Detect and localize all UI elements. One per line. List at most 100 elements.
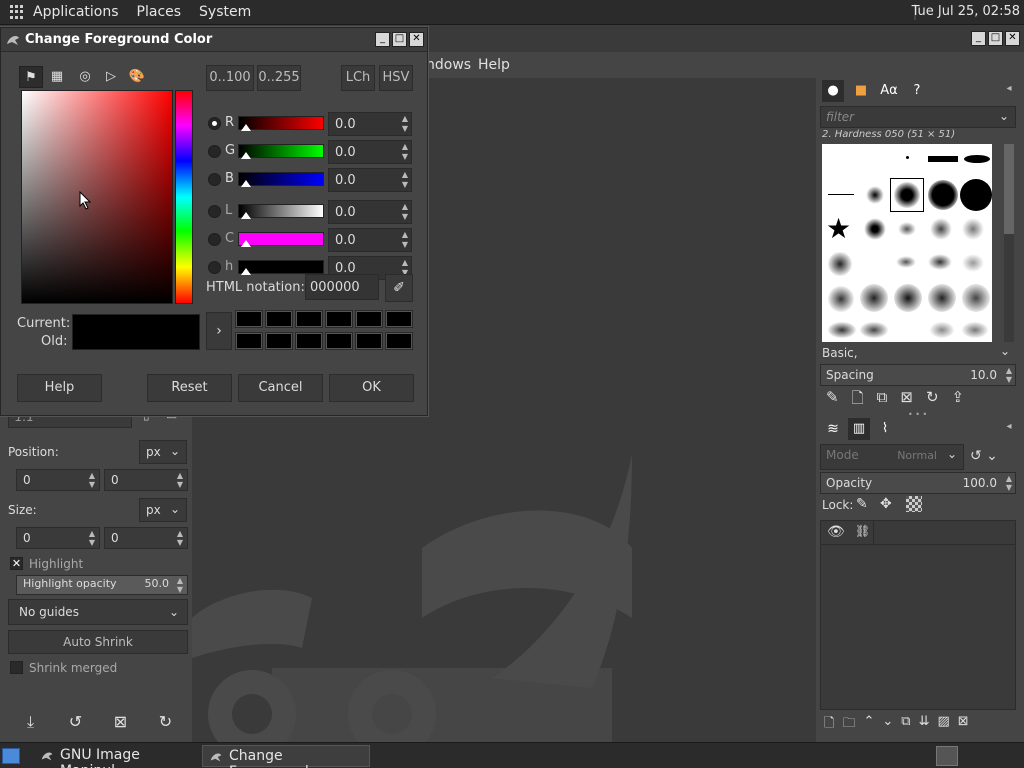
position-y-input[interactable]: 0 ▲ ▼ <box>104 469 188 491</box>
highlight-checkbox[interactable]: ✕ <box>10 557 23 570</box>
brush-grid[interactable]: ★ <box>822 144 992 342</box>
slider-marker[interactable] <box>241 124 251 131</box>
patterns-tab-icon[interactable]: ■ <box>850 80 872 102</box>
workspace-switcher[interactable] <box>936 746 958 766</box>
history-swatch[interactable] <box>325 332 353 350</box>
spacing-slider[interactable]: Spacing 10.0 ▲ ▼ <box>820 364 1016 386</box>
color-picker-icon[interactable]: ✐ <box>385 274 413 302</box>
spin-arrows-icon[interactable]: ▲ ▼ <box>402 230 408 250</box>
channel-radio-r[interactable] <box>208 117 221 130</box>
brush-set-dropdown-icon[interactable]: ⌄ <box>1000 344 1010 358</box>
dialog-close-button[interactable]: ✕ <box>409 32 424 47</box>
minimize-button[interactable]: _ <box>971 31 986 46</box>
history-swatch[interactable] <box>385 310 413 328</box>
mode-reset-icon[interactable]: ↺ ⌄ <box>970 448 998 464</box>
duplicate-brush-icon[interactable]: ⧉ <box>877 388 888 413</box>
dock-separator-handle[interactable]: • • • <box>908 410 927 419</box>
channel-value-r[interactable]: 0.0 ▲ ▼ <box>328 112 412 136</box>
dock-menu-icon-2[interactable]: ◂ <box>998 416 1020 438</box>
channel-radio-b[interactable] <box>208 173 221 186</box>
brushes-tab-icon[interactable]: ● <box>822 80 844 102</box>
channel-slider-l[interactable] <box>238 204 324 219</box>
history-swatch[interactable] <box>265 310 293 328</box>
duplicate-layer-icon[interactable]: ⧉ <box>901 714 910 736</box>
task-gimp-main[interactable]: GNU Image Manipul... <box>34 745 200 768</box>
layers-list[interactable]: 👁 ⛓ <box>820 520 1016 710</box>
add-to-history-button[interactable]: › <box>206 312 232 350</box>
channel-value-c[interactable]: 0.0 ▲ ▼ <box>328 228 412 252</box>
guides-select[interactable]: No guides ⌄ <box>8 599 188 625</box>
size-height-input[interactable]: 0 ▲ ▼ <box>104 527 188 549</box>
history-swatch[interactable] <box>325 310 353 328</box>
new-brush-icon[interactable]: 🗋 <box>852 388 864 413</box>
history-swatch[interactable] <box>385 332 413 350</box>
lock-position-icon[interactable]: ✥ <box>880 496 892 512</box>
maximize-button[interactable]: □ <box>988 31 1003 46</box>
range-0-255-button[interactable]: 0..255 <box>257 65 301 91</box>
reset-options-icon[interactable]: ↻ <box>143 712 188 732</box>
hsv-button[interactable]: HSV <box>379 65 413 91</box>
gimp-selector-tab-icon[interactable]: ⚑ <box>19 66 43 88</box>
raise-layer-icon[interactable]: ⌃ <box>863 714 874 736</box>
reset-button[interactable]: Reset <box>147 374 232 402</box>
channel-slider-g[interactable] <box>238 144 324 159</box>
dialog-minimize-button[interactable]: _ <box>375 32 390 47</box>
channel-value-b[interactable]: 0.0 ▲ ▼ <box>328 168 412 192</box>
cmyk-selector-tab-icon[interactable]: ▦ <box>45 66 69 88</box>
apps-grid-icon[interactable] <box>10 5 24 19</box>
slider-marker[interactable] <box>241 152 251 159</box>
triangle-selector-tab-icon[interactable]: ▷ <box>99 66 123 88</box>
history-swatch[interactable] <box>355 310 383 328</box>
saturation-value-area[interactable] <box>21 90 173 304</box>
chain-link-icon[interactable]: ⛓ <box>855 524 870 538</box>
spin-arrows-icon[interactable]: ▲ ▼ <box>402 114 408 134</box>
history-swatch[interactable] <box>235 310 263 328</box>
shrink-merged-checkbox[interactable] <box>10 661 23 674</box>
history-swatch[interactable] <box>235 332 263 350</box>
slider-marker[interactable] <box>241 212 251 219</box>
visibility-eye-icon[interactable]: 👁 <box>827 524 845 540</box>
task-change-foreground[interactable]: Change Foreground... <box>202 745 370 768</box>
history-swatch[interactable] <box>265 332 293 350</box>
menu-windows[interactable]: ndows <box>426 57 471 73</box>
new-layer-group-icon[interactable]: 🗀 <box>842 714 855 736</box>
menu-help[interactable]: Help <box>478 57 510 73</box>
channel-value-l[interactable]: 0.0 ▲ ▼ <box>328 200 412 224</box>
range-0-100-button[interactable]: 0..100 <box>206 65 254 91</box>
channel-slider-c[interactable] <box>238 232 324 247</box>
menu-places[interactable]: Places <box>137 4 182 20</box>
spin-arrows-icon[interactable]: ▲ ▼ <box>402 170 408 190</box>
edit-brush-icon[interactable]: ✎ <box>826 388 839 413</box>
channel-value-g[interactable]: 0.0 ▲ ▼ <box>328 140 412 164</box>
help-tab-icon[interactable]: ? <box>906 80 928 102</box>
layer-opacity-slider[interactable]: Opacity 100.0 ▲ ▼ <box>820 472 1016 494</box>
size-unit-select[interactable]: px ⌄ <box>139 498 187 522</box>
layers-tab-icon[interactable]: ≋ <box>822 418 844 440</box>
channel-radio-g[interactable] <box>208 145 221 158</box>
channel-slider-h[interactable] <box>238 260 324 275</box>
slider-marker[interactable] <box>241 180 251 187</box>
channel-slider-b[interactable] <box>238 172 324 187</box>
menu-applications[interactable]: Applications <box>33 4 119 20</box>
refresh-brushes-icon[interactable]: ↻ <box>926 388 939 413</box>
position-x-input[interactable]: 0 ▲ ▼ <box>16 469 100 491</box>
auto-shrink-button[interactable]: Auto Shrink <box>8 630 188 654</box>
new-layer-icon[interactable]: 🗋 <box>824 714 834 736</box>
dock-menu-icon[interactable]: ◂ <box>998 78 1020 100</box>
channel-radio-l[interactable] <box>208 205 221 218</box>
open-as-image-icon[interactable]: ⇪ <box>952 388 965 413</box>
lch-button[interactable]: LCh <box>341 65 375 91</box>
show-desktop-icon[interactable] <box>2 748 20 764</box>
menu-system[interactable]: System <box>199 4 251 20</box>
channels-tab-icon[interactable]: ▥ <box>848 418 870 440</box>
highlight-opacity-slider[interactable]: Highlight opacity 50.0 ▲ ▼ <box>16 575 188 595</box>
delete-options-icon[interactable]: ⊠ <box>98 712 143 732</box>
slider-marker[interactable] <box>241 268 251 275</box>
channel-radio-c[interactable] <box>208 233 221 246</box>
restore-options-icon[interactable]: ↺ <box>53 712 98 732</box>
spin-arrows-icon[interactable]: ▲ ▼ <box>402 142 408 162</box>
brush-scrollbar[interactable] <box>1004 144 1014 342</box>
dialog-maximize-button[interactable]: □ <box>392 32 407 47</box>
lock-pixels-icon[interactable]: ✎ <box>856 496 868 512</box>
fonts-tab-icon[interactable]: Aα <box>878 80 900 102</box>
